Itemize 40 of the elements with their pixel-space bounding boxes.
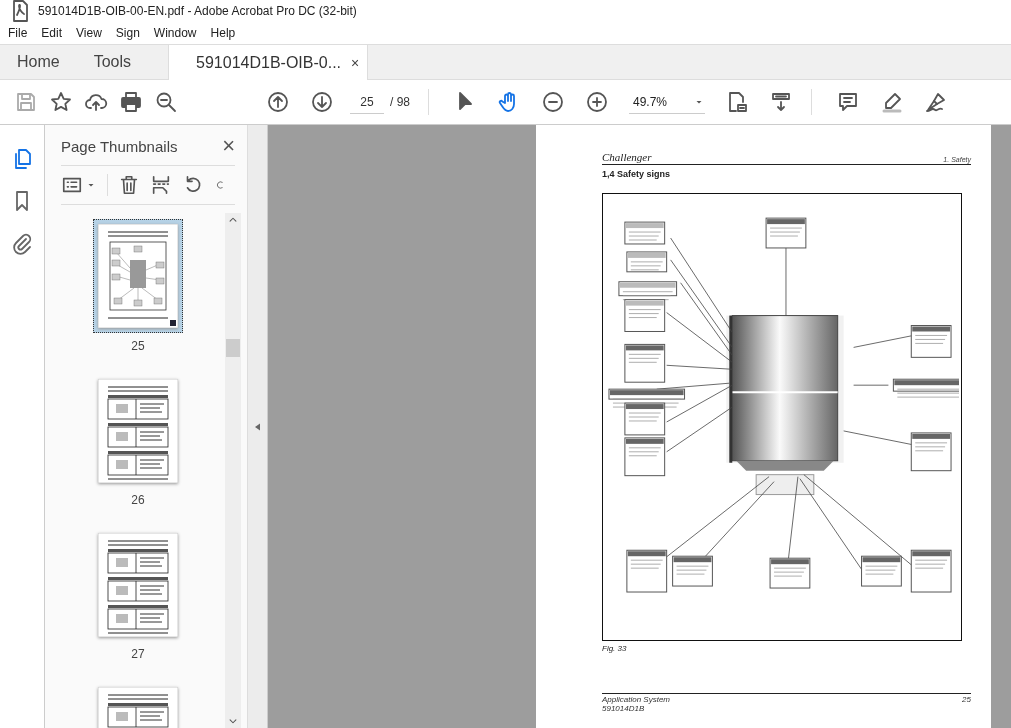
footer-code: 591014D1B [602, 704, 646, 713]
insert-page-icon[interactable] [150, 174, 172, 196]
page-number: 27 [131, 647, 145, 661]
menu-item[interactable]: View [76, 26, 102, 40]
paperclip-icon[interactable] [10, 231, 34, 255]
arrow-up-icon[interactable] [266, 90, 290, 114]
page-number: 26 [131, 493, 145, 507]
close-panel-button[interactable]: × [222, 135, 235, 157]
brand-logo: Challenger [602, 151, 652, 163]
zoom-field[interactable]: 49.7% [629, 90, 705, 114]
search-icon[interactable] [154, 90, 178, 114]
star-icon[interactable] [49, 90, 73, 114]
section-heading: 1,4 Safety signs [602, 169, 672, 179]
window-title: 591014D1B-OIB-00-EN.pdf - Adobe Acrobat Pro DC (32-bit) [38, 4, 357, 18]
menu-item[interactable]: Sign [115, 26, 140, 40]
print-icon[interactable] [119, 90, 143, 114]
scroll-mode-icon[interactable] [769, 90, 793, 114]
highlighter-icon[interactable] [880, 90, 904, 114]
zoom-in-icon[interactable] [585, 90, 609, 114]
arrow-down-icon[interactable] [310, 90, 334, 114]
scrollbar-thumb[interactable] [226, 339, 240, 357]
comment-icon[interactable] [836, 90, 860, 114]
tab[interactable]: 591014D1B-OIB-0... × [168, 45, 369, 80]
tab[interactable]: Home [0, 45, 77, 79]
footer-page-number: 25 [962, 695, 971, 706]
zoom-out-icon[interactable] [541, 90, 565, 114]
pen-sign-icon[interactable] [924, 90, 948, 114]
page-total: / 98 [390, 95, 410, 109]
menu-item[interactable]: Help [210, 26, 236, 40]
close-tab-button[interactable]: × [351, 54, 360, 71]
menu-item[interactable]: File [8, 26, 28, 40]
tab[interactable]: Tools [76, 45, 149, 79]
page-thumbnail[interactable] [93, 219, 183, 333]
page-number: 25 [131, 339, 145, 353]
menu-item[interactable]: Edit [41, 26, 63, 40]
menu-item[interactable]: Window [153, 26, 197, 40]
figure-caption: Fig. 33 [602, 644, 628, 653]
trash-icon[interactable] [118, 174, 140, 196]
footer-title: Application System [602, 695, 671, 704]
panel-title: Page Thumbnails [61, 137, 178, 155]
